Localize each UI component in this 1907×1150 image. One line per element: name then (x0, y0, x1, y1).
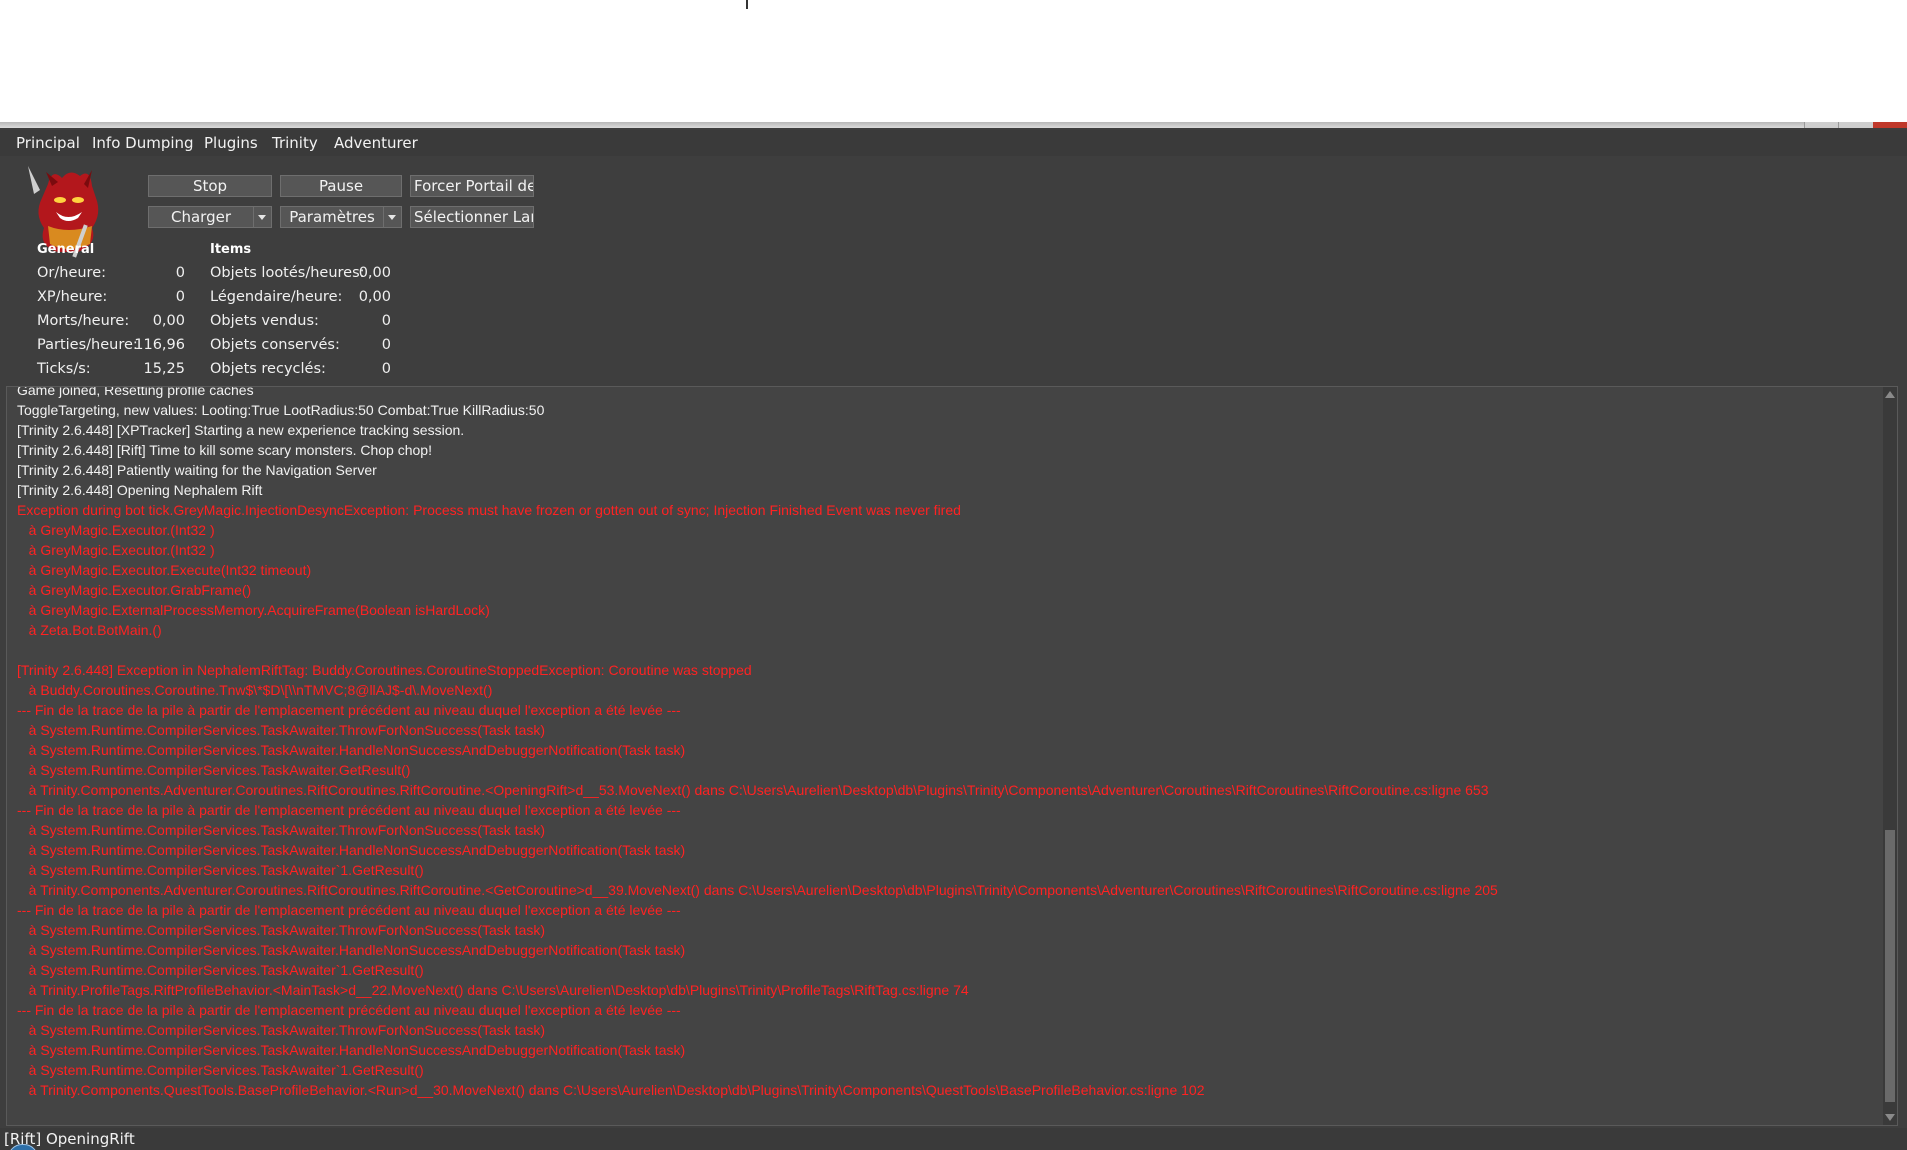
stat-value-games: 116,96 (134, 337, 185, 353)
stat-value-xp: 0 (175, 289, 185, 305)
stat-value-kept: 0 (381, 337, 391, 353)
log-line: à Trinity.Components.QuestTools.BaseProf… (17, 1082, 1205, 1098)
log-scrollbar[interactable] (1883, 387, 1897, 1125)
stat-label-xp: XP/heure: (37, 289, 108, 305)
scroll-up-icon[interactable] (1885, 391, 1895, 398)
load-button-label: Charger (171, 208, 231, 226)
log-line: à GreyMagic.Executor.Execute(Int32 timeo… (17, 562, 312, 578)
scroll-thumb[interactable] (1885, 830, 1895, 1102)
log-line: à System.Runtime.CompilerServices.TaskAw… (17, 862, 424, 878)
stat-label-games: Parties/heure: (37, 337, 138, 353)
log-line: à System.Runtime.CompilerServices.TaskAw… (17, 842, 686, 858)
log-line: à System.Runtime.CompilerServices.TaskAw… (17, 762, 411, 778)
menu-bar: Principal Info Dumping Plugins Trinity A… (0, 130, 1907, 156)
menu-trinity[interactable]: Trinity (272, 134, 318, 152)
log-line: à Trinity.Components.Adventurer.Coroutin… (17, 882, 1498, 898)
log-line: [Trinity 2.6.448] [XPTracker] Starting a… (17, 422, 465, 438)
stat-label-kept: Objets conservés: (210, 337, 340, 353)
minimize-button[interactable] (1804, 122, 1839, 128)
stat-value-ticks: 15,25 (143, 361, 185, 377)
menu-info-dumping[interactable]: Info Dumping (92, 134, 194, 152)
stat-label-gold: Or/heure: (37, 265, 107, 281)
load-dropdown-icon[interactable] (253, 207, 271, 227)
stop-button[interactable]: Stop (148, 175, 272, 197)
log-line: [Trinity 2.6.448] Patiently waiting for … (17, 462, 377, 478)
items-header: Items (210, 242, 252, 257)
log-line: [Trinity 2.6.448] [Rift] Time to kill so… (17, 442, 432, 458)
log-line: à Zeta.Bot.BotMain.() (17, 622, 162, 638)
menu-plugins[interactable]: Plugins (204, 134, 258, 152)
log-line: à System.Runtime.CompilerServices.TaskAw… (17, 1062, 424, 1078)
stat-value-salvaged: 0 (381, 361, 391, 377)
log-line: --- Fin de la trace de la pile à partir … (17, 802, 681, 818)
stat-label-salvaged: Objets recyclés: (210, 361, 326, 377)
log-line: à System.Runtime.CompilerServices.TaskAw… (17, 1042, 686, 1058)
title-bar[interactable] (0, 122, 1907, 128)
log-line: à System.Runtime.CompilerServices.TaskAw… (17, 1022, 546, 1038)
pause-button[interactable]: Pause (280, 175, 402, 197)
log-line: à Trinity.ProfileTags.RiftProfileBehavio… (17, 982, 969, 998)
log-line: ToggleTargeting, new values: Looting:Tru… (17, 402, 545, 418)
menu-adventurer[interactable]: Adventurer (334, 134, 418, 152)
stat-value-looted: 0,00 (358, 265, 391, 281)
menu-principal[interactable]: Principal (16, 134, 80, 152)
log-line: --- Fin de la trace de la pile à partir … (17, 902, 681, 918)
text-caret (746, 0, 748, 9)
general-header: General (37, 242, 95, 257)
log-line: à System.Runtime.CompilerServices.TaskAw… (17, 722, 546, 738)
close-button[interactable] (1873, 122, 1907, 128)
log-line: à Trinity.Components.Adventurer.Coroutin… (17, 782, 1489, 798)
log-line: à Buddy.Coroutines.Coroutine.Tnw$\*$D\[\… (17, 682, 493, 698)
log-line: à GreyMagic.Executor.(Int32 ) (17, 522, 215, 538)
settings-button[interactable]: Paramètres (280, 206, 402, 228)
log-line: [Trinity 2.6.448] Exception in NephalemR… (17, 662, 752, 678)
log-line: à System.Runtime.CompilerServices.TaskAw… (17, 922, 546, 938)
stat-value-deaths: 0,00 (152, 313, 185, 329)
log-line: Game joined, Resetting profile caches (17, 386, 254, 398)
log-line: à GreyMagic.Executor.(Int32 ) (17, 542, 215, 558)
force-portal-button[interactable]: Forcer Portail de V (410, 175, 534, 197)
stat-value-gold: 0 (175, 265, 185, 281)
status-bar: [Rift] OpeningRift (0, 1128, 1907, 1150)
scroll-down-icon[interactable] (1885, 1114, 1895, 1121)
settings-button-label: Paramètres (289, 208, 375, 226)
stat-label-sold: Objets vendus: (210, 313, 319, 329)
log-output[interactable]: Game joined, Resetting profile caches Tog… (6, 386, 1898, 1126)
load-button[interactable]: Charger (148, 206, 272, 228)
log-line: à System.Runtime.CompilerServices.TaskAw… (17, 942, 686, 958)
log-line: à System.Runtime.CompilerServices.TaskAw… (17, 962, 424, 978)
demonbuddy-window: Principal Info Dumping Plugins Trinity A… (0, 122, 1907, 1150)
log-line: à System.Runtime.CompilerServices.TaskAw… (17, 822, 546, 838)
log-line: --- Fin de la trace de la pile à partir … (17, 702, 681, 718)
stat-label-ticks: Ticks/s: (37, 361, 91, 377)
stat-value-legendary: 0,00 (358, 289, 391, 305)
log-line: [Trinity 2.6.448] Opening Nephalem Rift (17, 482, 263, 498)
log-line: à GreyMagic.ExternalProcessMemory.Acquir… (17, 602, 490, 618)
log-line: --- Fin de la trace de la pile à partir … (17, 1002, 681, 1018)
stat-label-deaths: Morts/heure: (37, 313, 130, 329)
log-line: à System.Runtime.CompilerServices.TaskAw… (17, 742, 686, 758)
log-line: à GreyMagic.Executor.GrabFrame() (17, 582, 252, 598)
stat-value-sold: 0 (381, 313, 391, 329)
log-line: Exception during bot tick.GreyMagic.Inje… (17, 502, 961, 518)
settings-dropdown-icon[interactable] (383, 207, 401, 227)
select-language-button[interactable]: Sélectionner Langa (410, 206, 534, 228)
stat-label-legendary: Légendaire/heure: (210, 289, 343, 305)
maximize-button[interactable] (1838, 122, 1873, 128)
